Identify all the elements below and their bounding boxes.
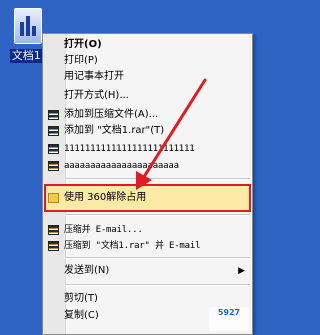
site-watermark: 5927 <box>209 307 249 331</box>
annotation-arrow <box>136 78 207 190</box>
watermark-text: 5927 <box>217 308 241 317</box>
